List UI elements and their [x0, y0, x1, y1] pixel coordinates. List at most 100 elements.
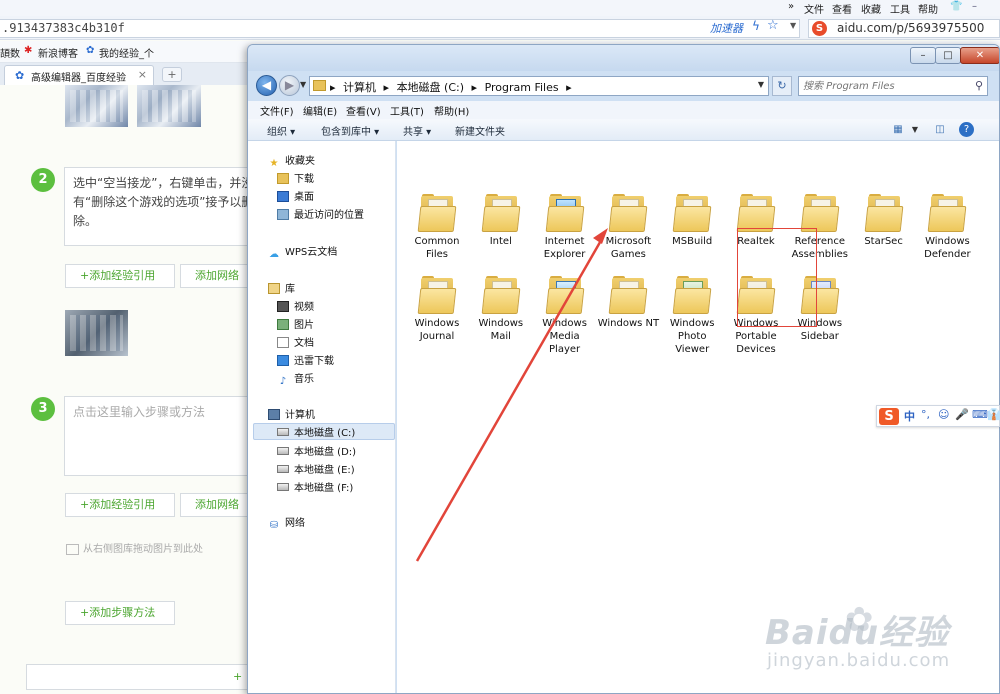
- nav-music[interactable]: ♪ 音乐: [277, 370, 314, 387]
- forward-button[interactable]: ▶: [279, 75, 300, 96]
- ime-punctuation[interactable]: °,: [921, 408, 930, 421]
- close-tab-icon[interactable]: ×: [138, 68, 147, 81]
- folder-item[interactable]: StarSec: [852, 194, 916, 248]
- sogou-ime-icon[interactable]: S: [879, 408, 899, 425]
- chevron-down-icon[interactable]: ▼: [907, 122, 923, 137]
- menu-file[interactable]: 文件(F): [260, 103, 294, 118]
- lightning-icon[interactable]: ϟ: [752, 19, 760, 33]
- breadcrumb-separator[interactable]: ▸: [566, 81, 572, 94]
- breadcrumb-separator[interactable]: ▸: [472, 81, 478, 94]
- ime-chinese-mode[interactable]: 中: [904, 408, 915, 424]
- nav-documents[interactable]: 文档: [277, 334, 314, 349]
- back-button[interactable]: ◀: [256, 75, 277, 96]
- menu-file[interactable]: 文件: [804, 1, 824, 16]
- nav-wps-cloud[interactable]: ☁ WPS云文档: [268, 243, 337, 260]
- ime-toolbar[interactable]: S 中 °, ☺ 🎤 ⌨ 👔: [876, 405, 1000, 427]
- nav-drive-d[interactable]: 本地磁盘 (D:): [277, 443, 356, 458]
- organize-button[interactable]: 组织 ▾: [267, 123, 295, 138]
- share-button[interactable]: 共享 ▾: [403, 123, 431, 138]
- folder-item[interactable]: Windows Journal: [405, 276, 469, 343]
- bottom-action-box[interactable]: +: [26, 664, 266, 690]
- step-image-thumbnail[interactable]: [65, 310, 128, 356]
- preview-pane-icon[interactable]: ◫: [932, 122, 948, 137]
- add-step-button[interactable]: +添加步骤方法: [65, 601, 175, 625]
- view-options-icon[interactable]: ▦: [890, 122, 906, 137]
- folder-item[interactable]: Windows Mail: [469, 276, 533, 343]
- help-icon[interactable]: ?: [959, 122, 974, 137]
- new-folder-button[interactable]: 新建文件夹: [455, 123, 505, 138]
- accelerator-label[interactable]: 加速器: [710, 20, 743, 36]
- folder-item[interactable]: Windows Defender: [915, 194, 979, 261]
- nav-favorites[interactable]: ★ 收藏夹: [268, 152, 315, 169]
- breadcrumb-folder[interactable]: Program Files: [485, 81, 559, 94]
- step-text-editor[interactable]: 选中“空当接龙”，右键单击，并没有“删除这个游戏的选项”接予以删除。: [64, 167, 264, 246]
- chevron-down-icon[interactable]: ▼: [758, 80, 764, 89]
- nav-thunder-downloads[interactable]: 迅雷下载: [277, 352, 334, 367]
- minimize-icon[interactable]: –: [972, 1, 977, 12]
- breadcrumb[interactable]: ▸ 计算机 ▸ 本地磁盘 (C:) ▸ Program Files ▸ ▼: [309, 76, 769, 96]
- star-icon[interactable]: ☆: [767, 18, 779, 33]
- search-icon[interactable]: ⚲: [975, 79, 983, 92]
- step-text-editor[interactable]: 点击这里输入步骤或方法: [64, 396, 264, 476]
- favorite-item[interactable]: 我的经验_个: [99, 45, 154, 60]
- favorite-item[interactable]: 新浪博客: [38, 45, 78, 60]
- explorer-window[interactable]: – □ ✕ ◀ ▶ ▼ ▸ 计算机 ▸ 本地磁盘 (C:) ▸ Program …: [247, 44, 1000, 694]
- breadcrumb-separator[interactable]: ▸: [384, 81, 390, 94]
- nav-pictures[interactable]: 图片: [277, 316, 314, 331]
- folder-item[interactable]: Windows Photo Viewer: [660, 276, 724, 356]
- ime-keyboard-icon[interactable]: ⌨: [972, 408, 988, 421]
- folder-item[interactable]: Common Files: [405, 194, 469, 261]
- add-quote-button[interactable]: +添加经验引用: [65, 493, 175, 517]
- nav-drive-e[interactable]: 本地磁盘 (E:): [277, 461, 355, 476]
- nav-computer[interactable]: 计算机: [268, 406, 315, 421]
- folder-item[interactable]: Microsoft Games: [596, 194, 660, 261]
- menu-tools[interactable]: 工具(T): [390, 103, 424, 118]
- breadcrumb-drive[interactable]: 本地磁盘 (C:): [397, 81, 464, 94]
- step-image-thumbnail[interactable]: [137, 85, 201, 127]
- nav-videos[interactable]: 视频: [277, 298, 314, 313]
- nav-libraries[interactable]: 库: [268, 280, 295, 295]
- breadcrumb-separator[interactable]: ▸: [330, 81, 336, 94]
- include-in-library-button[interactable]: 包含到库中 ▾: [321, 123, 379, 138]
- breadcrumb-computer[interactable]: 计算机: [343, 81, 376, 94]
- folder-item[interactable]: Windows NT: [596, 276, 660, 330]
- folder-item[interactable]: Intel: [469, 194, 533, 248]
- minimize-button[interactable]: –: [910, 47, 936, 64]
- folder-item[interactable]: Windows Media Player: [533, 276, 597, 356]
- new-tab-button[interactable]: +: [162, 67, 182, 82]
- menu-favorites[interactable]: 收藏: [861, 1, 881, 16]
- tab-active[interactable]: ✿ 高级编辑器_百度经验 ×: [4, 65, 154, 85]
- address-input[interactable]: .913437383c4b310f: [0, 19, 800, 38]
- favorite-item[interactable]: 頡数: [0, 45, 20, 60]
- maximize-button[interactable]: □: [935, 47, 961, 64]
- nav-recent-places[interactable]: 最近访问的位置: [277, 206, 364, 221]
- menu-view[interactable]: 查看(V): [346, 103, 381, 118]
- close-button[interactable]: ✕: [960, 47, 999, 64]
- menu-help[interactable]: 帮助(H): [434, 103, 469, 118]
- url-field[interactable]: S aidu.com/p/5693975500: [808, 19, 1000, 38]
- nav-desktop[interactable]: 桌面: [277, 188, 314, 203]
- ime-emoji-icon[interactable]: ☺: [938, 408, 949, 421]
- search-field[interactable]: ⚲: [798, 76, 988, 96]
- history-dropdown-icon[interactable]: ▼: [300, 80, 306, 89]
- nav-drive-f[interactable]: 本地磁盘 (F:): [277, 479, 353, 494]
- menu-tools[interactable]: 工具: [890, 1, 910, 16]
- add-quote-button[interactable]: +添加经验引用: [65, 264, 175, 288]
- ime-skin-icon[interactable]: 👔: [987, 408, 1000, 421]
- add-network-button[interactable]: 添加网络: [180, 264, 248, 288]
- window-title-bar[interactable]: – □ ✕: [248, 45, 999, 71]
- menu-overflow[interactable]: »: [788, 1, 794, 12]
- search-input[interactable]: [803, 79, 963, 93]
- menu-edit[interactable]: 编辑(E): [303, 103, 337, 118]
- shirt-icon[interactable]: 👕: [950, 1, 962, 12]
- refresh-button[interactable]: ↻: [772, 76, 792, 96]
- chevron-down-icon[interactable]: ▼: [790, 21, 796, 30]
- nav-drive-c[interactable]: 本地磁盘 (C:): [277, 424, 355, 439]
- menu-help[interactable]: 帮助: [918, 1, 938, 16]
- nav-network[interactable]: ⛁ 网络: [268, 514, 305, 531]
- ime-voice-icon[interactable]: 🎤: [955, 408, 969, 421]
- nav-downloads[interactable]: 下载: [277, 170, 314, 185]
- folder-item[interactable]: Internet Explorer: [533, 194, 597, 261]
- menu-view[interactable]: 查看: [832, 1, 852, 16]
- step-image-thumbnail[interactable]: [65, 85, 128, 127]
